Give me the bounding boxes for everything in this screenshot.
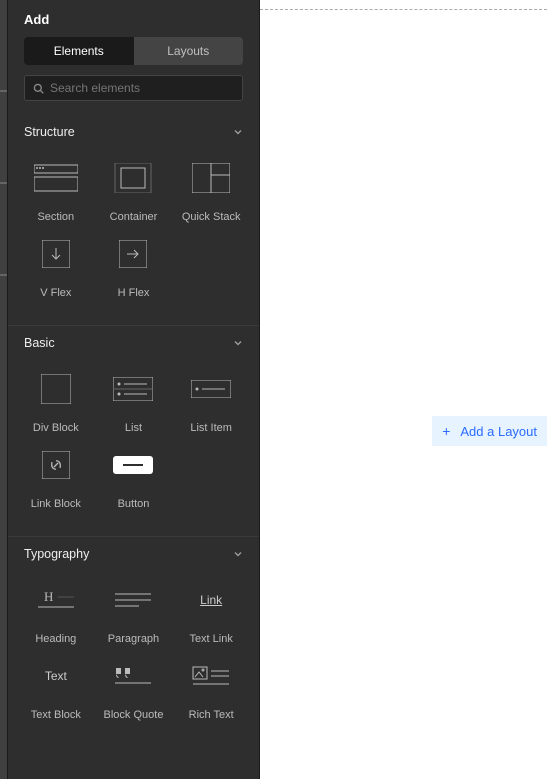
list-icon (111, 372, 155, 406)
left-toolbar-edge (0, 0, 8, 779)
button-icon (111, 448, 155, 482)
div-block-icon (34, 372, 78, 406)
section-header-typography[interactable]: Typography (8, 536, 259, 571)
paragraph-icon (111, 583, 155, 617)
section-header-structure[interactable]: Structure (8, 115, 259, 149)
left-edge-mark (0, 90, 7, 92)
tab-layouts[interactable]: Layouts (134, 37, 244, 65)
add-layout-label: Add a Layout (460, 424, 537, 439)
element-text-link[interactable]: Link Text Link (173, 583, 249, 653)
typography-grid: H Heading Paragraph Link Text Link (8, 571, 259, 747)
element-label: Block Quote (104, 709, 164, 721)
list-item-icon (189, 372, 233, 406)
left-edge-mark (0, 274, 7, 276)
search-container[interactable] (24, 75, 243, 101)
element-label: Div Block (33, 422, 79, 434)
element-label: Link Block (31, 498, 81, 510)
element-heading[interactable]: H Heading (18, 583, 94, 653)
chevron-down-icon (233, 127, 243, 137)
element-paragraph[interactable]: Paragraph (96, 583, 172, 653)
element-label: H Flex (118, 287, 150, 299)
element-h-flex[interactable]: H Flex (96, 237, 172, 307)
canvas-area[interactable]: + Add a Layout (260, 0, 547, 779)
element-label: Quick Stack (182, 211, 241, 223)
search-input[interactable] (50, 81, 234, 95)
link-block-icon (34, 448, 78, 482)
element-list[interactable]: List (96, 372, 172, 442)
element-label: Text Link (189, 633, 232, 645)
element-div-block[interactable]: Div Block (18, 372, 94, 442)
h-flex-icon (111, 237, 155, 271)
block-quote-icon (111, 659, 155, 693)
v-flex-icon (34, 237, 78, 271)
svg-text:H: H (44, 589, 53, 604)
element-label: List (125, 422, 142, 434)
element-label: Button (118, 498, 150, 510)
panel-header: Add (8, 0, 259, 37)
panel-tabs: Elements Layouts (24, 37, 243, 65)
left-edge-mark (0, 182, 7, 184)
container-icon (111, 161, 155, 195)
canvas-guide-line (260, 9, 547, 10)
section-icon (34, 161, 78, 195)
element-section[interactable]: Section (18, 161, 94, 231)
element-button[interactable]: Button (96, 448, 172, 518)
heading-icon: H (34, 583, 78, 617)
element-text-block[interactable]: Text Text Block (18, 659, 94, 729)
text-link-icon: Link (189, 583, 233, 617)
element-label: Heading (35, 633, 76, 645)
chevron-down-icon (233, 549, 243, 559)
element-rich-text[interactable]: Rich Text (173, 659, 249, 729)
structure-grid: Section Container Quick Stack (8, 149, 259, 325)
tab-elements[interactable]: Elements (24, 37, 134, 65)
element-list-item[interactable]: List Item (173, 372, 249, 442)
element-label: List Item (190, 422, 232, 434)
element-label: Paragraph (108, 633, 159, 645)
element-quick-stack[interactable]: Quick Stack (173, 161, 249, 231)
add-layout-button[interactable]: + Add a Layout (432, 416, 547, 446)
chevron-down-icon (233, 338, 243, 348)
section-header-basic[interactable]: Basic (8, 325, 259, 360)
element-label: V Flex (40, 287, 71, 299)
element-label: Container (110, 211, 158, 223)
element-v-flex[interactable]: V Flex (18, 237, 94, 307)
panel-title: Add (24, 12, 243, 27)
quick-stack-icon (189, 161, 233, 195)
rich-text-icon (189, 659, 233, 693)
search-icon (33, 83, 44, 94)
text-block-icon: Text (34, 659, 78, 693)
plus-icon: + (442, 423, 450, 439)
section-title-typography: Typography (24, 547, 89, 561)
link-text: Link (200, 593, 222, 607)
add-elements-panel: Add Elements Layouts Structure (8, 0, 260, 779)
element-label: Text Block (31, 709, 81, 721)
element-container[interactable]: Container (96, 161, 172, 231)
element-label: Section (37, 211, 74, 223)
element-link-block[interactable]: Link Block (18, 448, 94, 518)
text-label: Text (45, 669, 67, 683)
section-title-structure: Structure (24, 125, 75, 139)
section-title-basic: Basic (24, 336, 55, 350)
element-block-quote[interactable]: Block Quote (96, 659, 172, 729)
basic-grid: Div Block List (8, 360, 259, 536)
element-label: Rich Text (189, 709, 234, 721)
